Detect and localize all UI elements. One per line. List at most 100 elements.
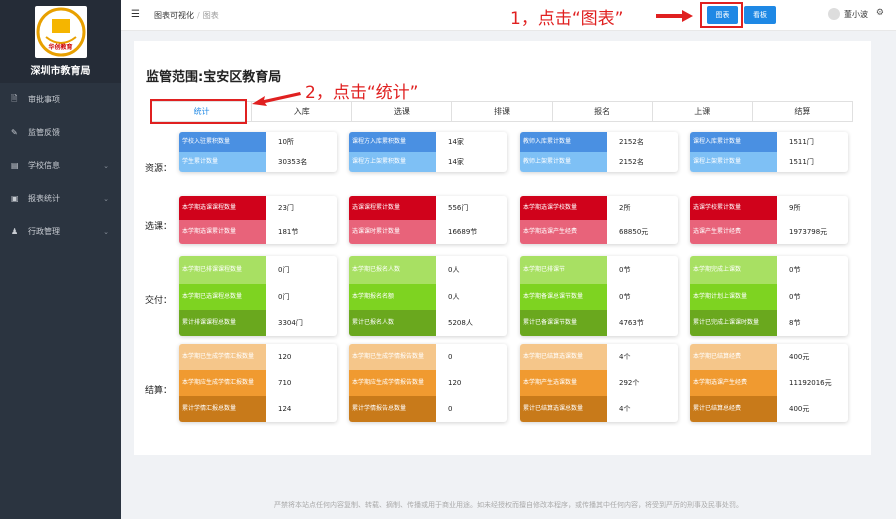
stat-value: 2152名 — [619, 138, 644, 146]
stat-row: 本学期应生成学情报告数量 120 — [349, 370, 507, 396]
stat-row: 本学期备课总课节数量 0节 — [520, 284, 678, 310]
stat-row: 累计已完成上课课时数量 8节 — [690, 310, 848, 336]
user-icon: ♟ — [11, 227, 19, 236]
edit-icon: ✎ — [11, 128, 18, 137]
stat-label: 课程方上架累积数量 — [349, 152, 436, 172]
stat-value: 11192016元 — [789, 379, 832, 387]
stat-value: 120 — [448, 379, 462, 387]
sidebar-item-4[interactable]: ♟ 行政管理 ⌄ — [0, 215, 121, 248]
sidebar-item-3[interactable]: ▣ 报表统计 ⌄ — [0, 182, 121, 215]
stat-value: 556门 — [448, 204, 469, 212]
stat-row: 课程入库累计数量 1511门 — [690, 132, 848, 152]
stat-label: 本学期已选课程总数量 — [179, 284, 266, 310]
stat-value: 0节 — [789, 266, 801, 274]
tab-4[interactable]: 报名 — [553, 102, 653, 121]
tab-2[interactable]: 选课 — [352, 102, 453, 121]
breadcrumb: 图表可视化 / 图表 — [154, 10, 219, 21]
stat-value: 0节 — [789, 293, 801, 301]
brand-name: 深圳市教育局 — [30, 66, 91, 77]
sidebar-nav: 🗎 审批事项 ✎ 监管反馈 ▤ 学校信息 ⌄ ▣ 报表统计 ⌄ ♟ 行政管理 ⌄ — [0, 83, 121, 248]
stat-group: 选课学校累计数量 9所选课产生累计经费 1973798元 — [690, 196, 848, 244]
annotation-step2: 2，点击“统计” — [305, 83, 419, 103]
stat-row: 累计学情汇报总数量 124 — [179, 396, 337, 422]
stat-value: 1973798元 — [789, 228, 828, 236]
stat-label: 本学期产生选课数量 — [520, 370, 607, 396]
stat-label: 本学期应生成学情汇报数量 — [179, 370, 266, 396]
stat-row: 累计已报名人数 5208人 — [349, 310, 507, 336]
stat-label: 本学期已生成学情汇报数量 — [179, 344, 266, 370]
stat-label: 累计已备课课节数量 — [520, 310, 607, 336]
stat-row: 课程上架累计数量 1511门 — [690, 152, 848, 172]
stat-row: 选课学校累计数量 9所 — [690, 196, 848, 220]
stat-group: 本学期已结算选课数量 4个 本学期产生选课数量 292个 累计已结算选课总数量 4个 — [520, 344, 678, 422]
stat-row: 选课产生累计经费 1973798元 — [690, 220, 848, 244]
stat-group: 本学期完成上课数 0节 本学期计划上课数量 0节 累计已完成上课课时数量 8节 — [690, 256, 848, 336]
stat-label: 课程上架累计数量 — [690, 152, 777, 172]
stat-value: 124 — [278, 405, 292, 413]
stat-value: 0节 — [619, 266, 631, 274]
stat-label: 选课课时累计数量 — [349, 220, 436, 244]
stat-group: 本学期选课课程数量 23门 本学期选课累计数量 181节 — [179, 196, 337, 244]
stat-label: 本学期计划上课数量 — [690, 284, 777, 310]
user-name: 董小波 — [844, 9, 868, 19]
stat-group: 本学期已生成学情报告数量 0 本学期应生成学情报告数量 120 累计学情报告总数量 0 — [349, 344, 507, 422]
stat-group: 本学期已报名人数 0人 本学期报名名额 0人 累计已报名人数 5208人 — [349, 256, 507, 336]
stat-row: 本学期选课累计数量 181节 — [179, 220, 337, 244]
sidebar-item-2[interactable]: ▤ 学校信息 ⌄ — [0, 149, 121, 182]
stat-row: 本学期已结算选课数量 4个 — [520, 344, 678, 370]
stat-label: 累计已结算选课总数量 — [520, 396, 607, 422]
stat-label: 累计学情报告总数量 — [349, 396, 436, 422]
sidebar-item-1[interactable]: ✎ 监管反馈 — [0, 116, 121, 149]
stat-group: 本学期选课学校数量 2所 本学期选课产生经费 68850元 — [520, 196, 678, 244]
stat-value: 0门 — [278, 293, 290, 301]
stat-group: 课程入库累计数量 1511门 课程上架累计数量 1511门 — [690, 132, 848, 172]
stat-label: 本学期备课总课节数量 — [520, 284, 607, 310]
stat-label: 本学期选课累计数量 — [179, 220, 266, 244]
document-icon: 🗎 — [11, 93, 18, 103]
dashboard-button[interactable]: 看板 — [744, 6, 776, 24]
stat-row: 本学期已生成学情汇报数量 120 — [179, 344, 337, 370]
stat-row: 选课课程累计数量 556门 — [349, 196, 507, 220]
stat-label: 选课学校累计数量 — [690, 196, 777, 220]
stat-label: 学校入驻累积数量 — [179, 132, 266, 152]
stat-row: 本学期选课课程数量 23门 — [179, 196, 337, 220]
sidebar-item-label: 审批事项 — [28, 95, 60, 104]
menu-toggle-icon[interactable]: ☰ — [131, 9, 140, 20]
stat-row: 本学期已结算经费 400元 — [690, 344, 848, 370]
chevron-down-icon: ⌄ — [103, 194, 109, 203]
stat-label: 选课课程累计数量 — [349, 196, 436, 220]
stat-value: 0 — [448, 353, 453, 361]
tab-5[interactable]: 上课 — [653, 102, 753, 121]
stat-label: 本学期已报名人数 — [349, 256, 436, 284]
stat-row: 累计学情报告总数量 0 — [349, 396, 507, 422]
stat-label: 本学期已排课节 — [520, 256, 607, 284]
highlight-box — [700, 2, 743, 28]
annotation-step1: 1，点击“图表” — [510, 9, 624, 29]
stat-value: 0人 — [448, 266, 460, 274]
breadcrumb-item[interactable]: 图表可视化 — [154, 11, 194, 20]
stat-label: 学生累计数量 — [179, 152, 266, 172]
stat-value: 4个 — [619, 353, 631, 361]
chevron-down-icon: ⌄ — [103, 227, 109, 236]
stat-value: 9所 — [789, 204, 801, 212]
stat-row: 累计已结算总经费 400元 — [690, 396, 848, 422]
stat-value: 30353名 — [278, 158, 308, 166]
stat-value: 0门 — [278, 266, 290, 274]
stat-value: 10所 — [278, 138, 294, 146]
tab-3[interactable]: 排课 — [452, 102, 553, 121]
stat-value: 2152名 — [619, 158, 644, 166]
stat-label: 本学期选课产生经费 — [520, 220, 607, 244]
stat-row: 本学期已报名人数 0人 — [349, 256, 507, 284]
tab-6[interactable]: 结算 — [753, 102, 852, 121]
stat-row: 本学期选课学校数量 2所 — [520, 196, 678, 220]
user-menu[interactable]: 董小波 — [828, 8, 868, 20]
stat-row: 教师上架累计数量 2152名 — [520, 152, 678, 172]
stat-label: 本学期完成上课数 — [690, 256, 777, 284]
stat-value: 400元 — [789, 353, 810, 361]
gear-icon[interactable]: ⚙ — [876, 8, 884, 18]
stat-value: 23门 — [278, 204, 294, 212]
footer-notice: 严禁将本站点任何内容复制、转载、摘制、传播或用于商业用途。如未经授权而擅自修改本… — [274, 501, 743, 509]
stat-row: 课程方入库累积数量 14家 — [349, 132, 507, 152]
sidebar-item-0[interactable]: 🗎 审批事项 — [0, 83, 121, 116]
highlight-box — [150, 99, 247, 124]
